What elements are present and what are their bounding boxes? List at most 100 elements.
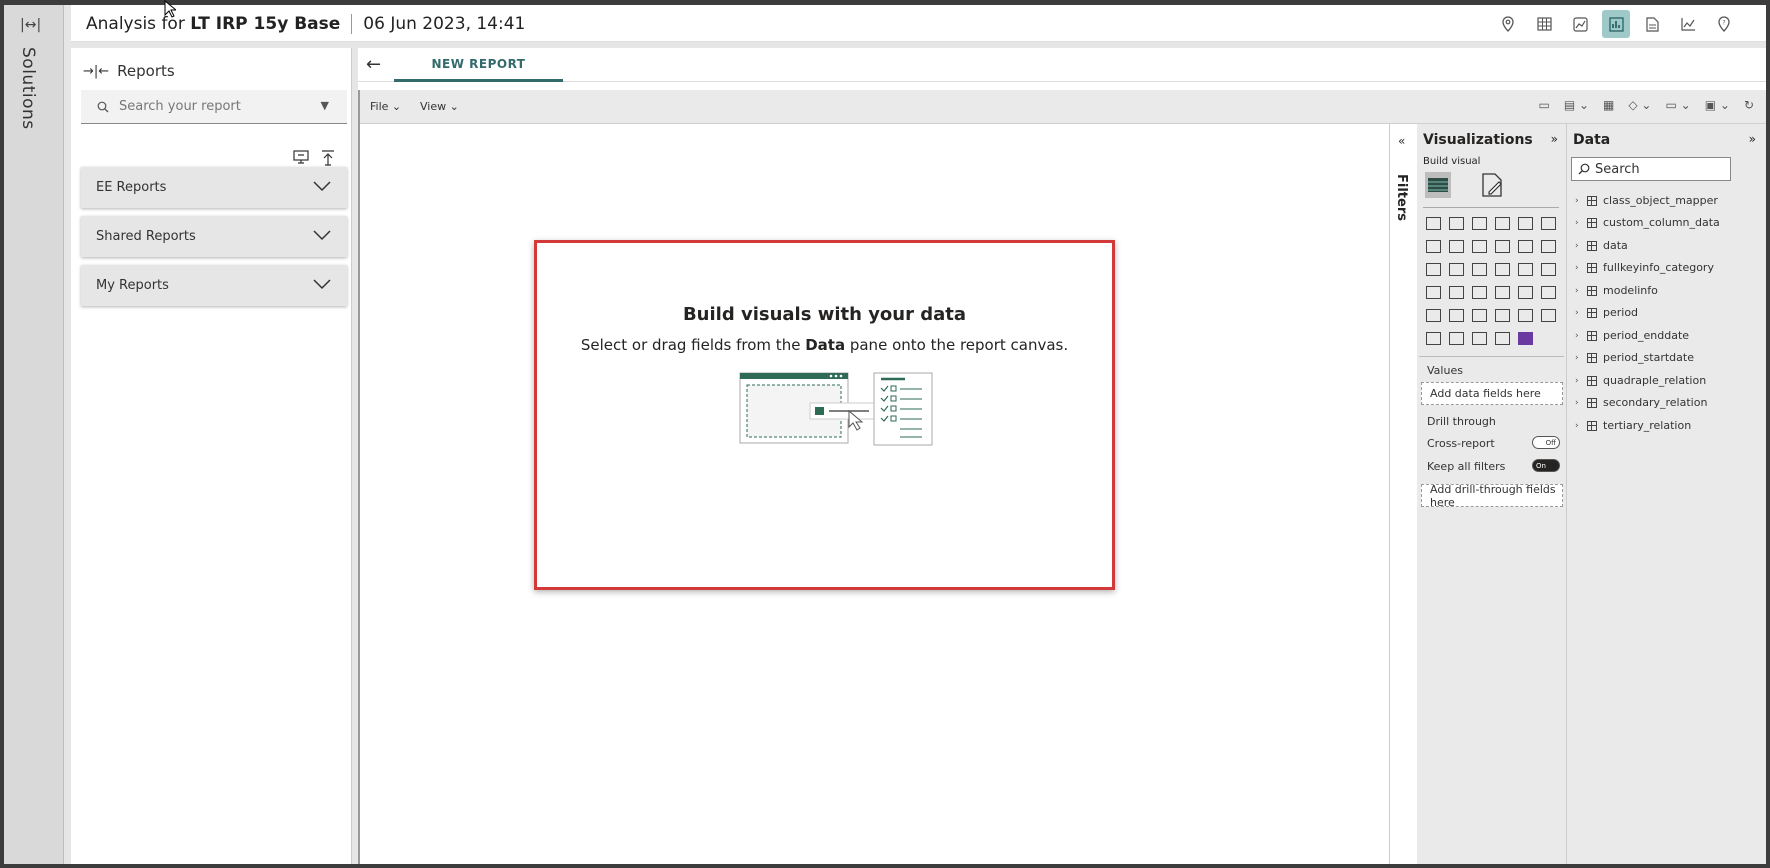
line-chart-icon[interactable] [1674, 10, 1702, 38]
tab-new-report[interactable]: NEW REPORT [394, 48, 563, 82]
paginated-report-icon[interactable] [1445, 327, 1468, 350]
table-icon [1587, 217, 1597, 228]
expand-data-icon[interactable]: » [1749, 132, 1756, 146]
slicer-icon[interactable] [1445, 304, 1468, 327]
card-icon[interactable] [1514, 281, 1537, 304]
keep-filters-toggle[interactable]: On [1532, 459, 1560, 472]
data-table-item[interactable]: › period [1575, 306, 1638, 319]
ribbon-chart-icon[interactable] [1537, 235, 1560, 258]
power-apps-icon[interactable] [1514, 327, 1537, 350]
data-search-input[interactable]: Search [1571, 157, 1731, 181]
report-canvas[interactable]: Build visuals with your data Select or d… [360, 124, 1389, 864]
expand-rail-icon[interactable]: |↔| [20, 17, 41, 33]
data-table-item[interactable]: › period_startdate [1575, 351, 1694, 364]
solutions-label[interactable]: Solutions [18, 47, 38, 130]
table-icon [1587, 262, 1597, 273]
data-table-item[interactable]: › data [1575, 239, 1628, 252]
treemap-icon[interactable] [1537, 258, 1560, 281]
line-column-chart-icon[interactable] [1491, 235, 1514, 258]
visual-fields-icon[interactable] [1425, 172, 1451, 198]
kpi-icon[interactable] [1422, 304, 1445, 327]
gauge-icon[interactable] [1491, 281, 1514, 304]
multi-row-card-icon[interactable] [1537, 281, 1560, 304]
stacked-column-chart-icon[interactable] [1445, 212, 1468, 235]
data-table-item[interactable]: › custom_column_data [1575, 216, 1720, 229]
funnel-chart-icon[interactable] [1445, 258, 1468, 281]
azure-map-icon[interactable] [1468, 281, 1491, 304]
filters-pane-collapsed[interactable]: « Filters [1389, 124, 1417, 864]
data-table-item[interactable]: › period_enddate [1575, 329, 1689, 342]
table-name: data [1603, 239, 1628, 252]
smart-narrative-icon[interactable] [1491, 327, 1514, 350]
accordion-ee-reports[interactable]: EE Reports [81, 167, 347, 208]
donut-chart-icon[interactable] [1514, 258, 1537, 281]
help-pin-icon[interactable]: ? [1710, 10, 1738, 38]
table-icon [1587, 330, 1597, 341]
line-clustered-column-icon[interactable] [1514, 235, 1537, 258]
filled-map-icon[interactable] [1445, 281, 1468, 304]
layout-icon[interactable]: ▣ ⌄ [1705, 98, 1730, 112]
view-menu[interactable]: View ⌄ [420, 100, 459, 113]
data-table-item[interactable]: › secondary_relation [1575, 396, 1707, 409]
stacked-area-chart-icon[interactable] [1468, 235, 1491, 258]
decomposition-tree-icon[interactable] [1537, 304, 1560, 327]
trophy-icon[interactable] [1468, 327, 1491, 350]
clustered-bar-chart-icon[interactable] [1468, 212, 1491, 235]
cross-report-toggle[interactable]: Off [1532, 436, 1560, 449]
data-table-item[interactable]: › class_object_mapper [1575, 194, 1718, 207]
collapse-panel-icon[interactable]: →|← [83, 64, 109, 79]
drill-through-drop-zone[interactable]: Add drill-through fields here [1421, 483, 1563, 509]
chart-analysis-icon[interactable] [1566, 10, 1594, 38]
area-chart-icon[interactable] [1445, 235, 1468, 258]
search-dropdown-icon[interactable]: ▼ [321, 99, 329, 112]
scatter-chart-icon[interactable] [1468, 258, 1491, 281]
line-chart-icon[interactable] [1422, 235, 1445, 258]
present-icon[interactable] [293, 150, 309, 164]
table-icon[interactable] [1530, 10, 1558, 38]
keep-filters-row: Keep all filters On [1427, 459, 1560, 473]
back-arrow-icon[interactable]: ← [366, 54, 381, 75]
collapse-filters-icon[interactable]: « [1398, 134, 1405, 148]
file-menu[interactable]: File ⌄ [370, 100, 401, 113]
matrix-icon[interactable] [1491, 304, 1514, 327]
data-table-item[interactable]: › quadraple_relation [1575, 374, 1706, 387]
pie-chart-icon[interactable] [1491, 258, 1514, 281]
expand-visualizations-icon[interactable]: » [1551, 132, 1558, 146]
data-table-item[interactable]: › modelinfo [1575, 284, 1658, 297]
100-bar-chart-icon[interactable] [1514, 212, 1537, 235]
key-influencers-icon[interactable] [1514, 304, 1537, 327]
waterfall-chart-icon[interactable] [1422, 258, 1445, 281]
data-table-item[interactable]: › tertiary_relation [1575, 419, 1691, 432]
share-icon[interactable]: ▭ ⌄ [1666, 98, 1691, 112]
toolbar-icons: ▭ ▤ ⌄ ▦ ◇ ⌄ ▭ ⌄ ▣ ⌄ ↻ [1538, 98, 1754, 112]
stacked-bar-chart-icon[interactable] [1422, 212, 1445, 235]
map-icon[interactable] [1422, 281, 1445, 304]
format-visual-icon[interactable] [1479, 172, 1505, 198]
accordion-my-reports[interactable]: My Reports [81, 265, 347, 306]
document-icon[interactable] [1638, 10, 1666, 38]
qna-icon[interactable] [1422, 327, 1445, 350]
data-table-item[interactable]: › fullkeyinfo_category [1575, 261, 1714, 274]
reports-header: →|← Reports [83, 62, 175, 80]
accordion-shared-reports[interactable]: Shared Reports [81, 216, 347, 257]
expand-arrow-icon: › [1575, 307, 1579, 318]
shapes-icon[interactable]: ◇ ⌄ [1628, 98, 1651, 112]
report-builder-icon[interactable] [1602, 10, 1630, 38]
refresh-icon[interactable]: ↻ [1744, 98, 1754, 112]
data-search-placeholder: Search [1595, 161, 1640, 177]
location-pin-icon[interactable] [1494, 10, 1522, 38]
bookmark-icon[interactable]: ▤ ⌄ [1564, 98, 1589, 112]
table-visual-icon[interactable] [1468, 304, 1491, 327]
notes-icon[interactable]: ▦ [1603, 98, 1614, 112]
filters-label[interactable]: Filters [1394, 174, 1409, 221]
100-column-chart-icon[interactable] [1537, 212, 1560, 235]
report-search-input[interactable]: Search your report ▼ [81, 90, 347, 124]
chevron-down-icon [313, 181, 331, 192]
upload-icon[interactable] [321, 150, 335, 166]
clustered-column-chart-icon[interactable] [1491, 212, 1514, 235]
comment-icon[interactable]: ▭ [1538, 98, 1549, 112]
values-drop-zone[interactable]: Add data fields here [1421, 382, 1563, 405]
expand-arrow-icon: › [1575, 352, 1579, 363]
table-icon [1587, 397, 1597, 408]
prompt-text-prefix: Select or drag fields from the [580, 336, 806, 354]
